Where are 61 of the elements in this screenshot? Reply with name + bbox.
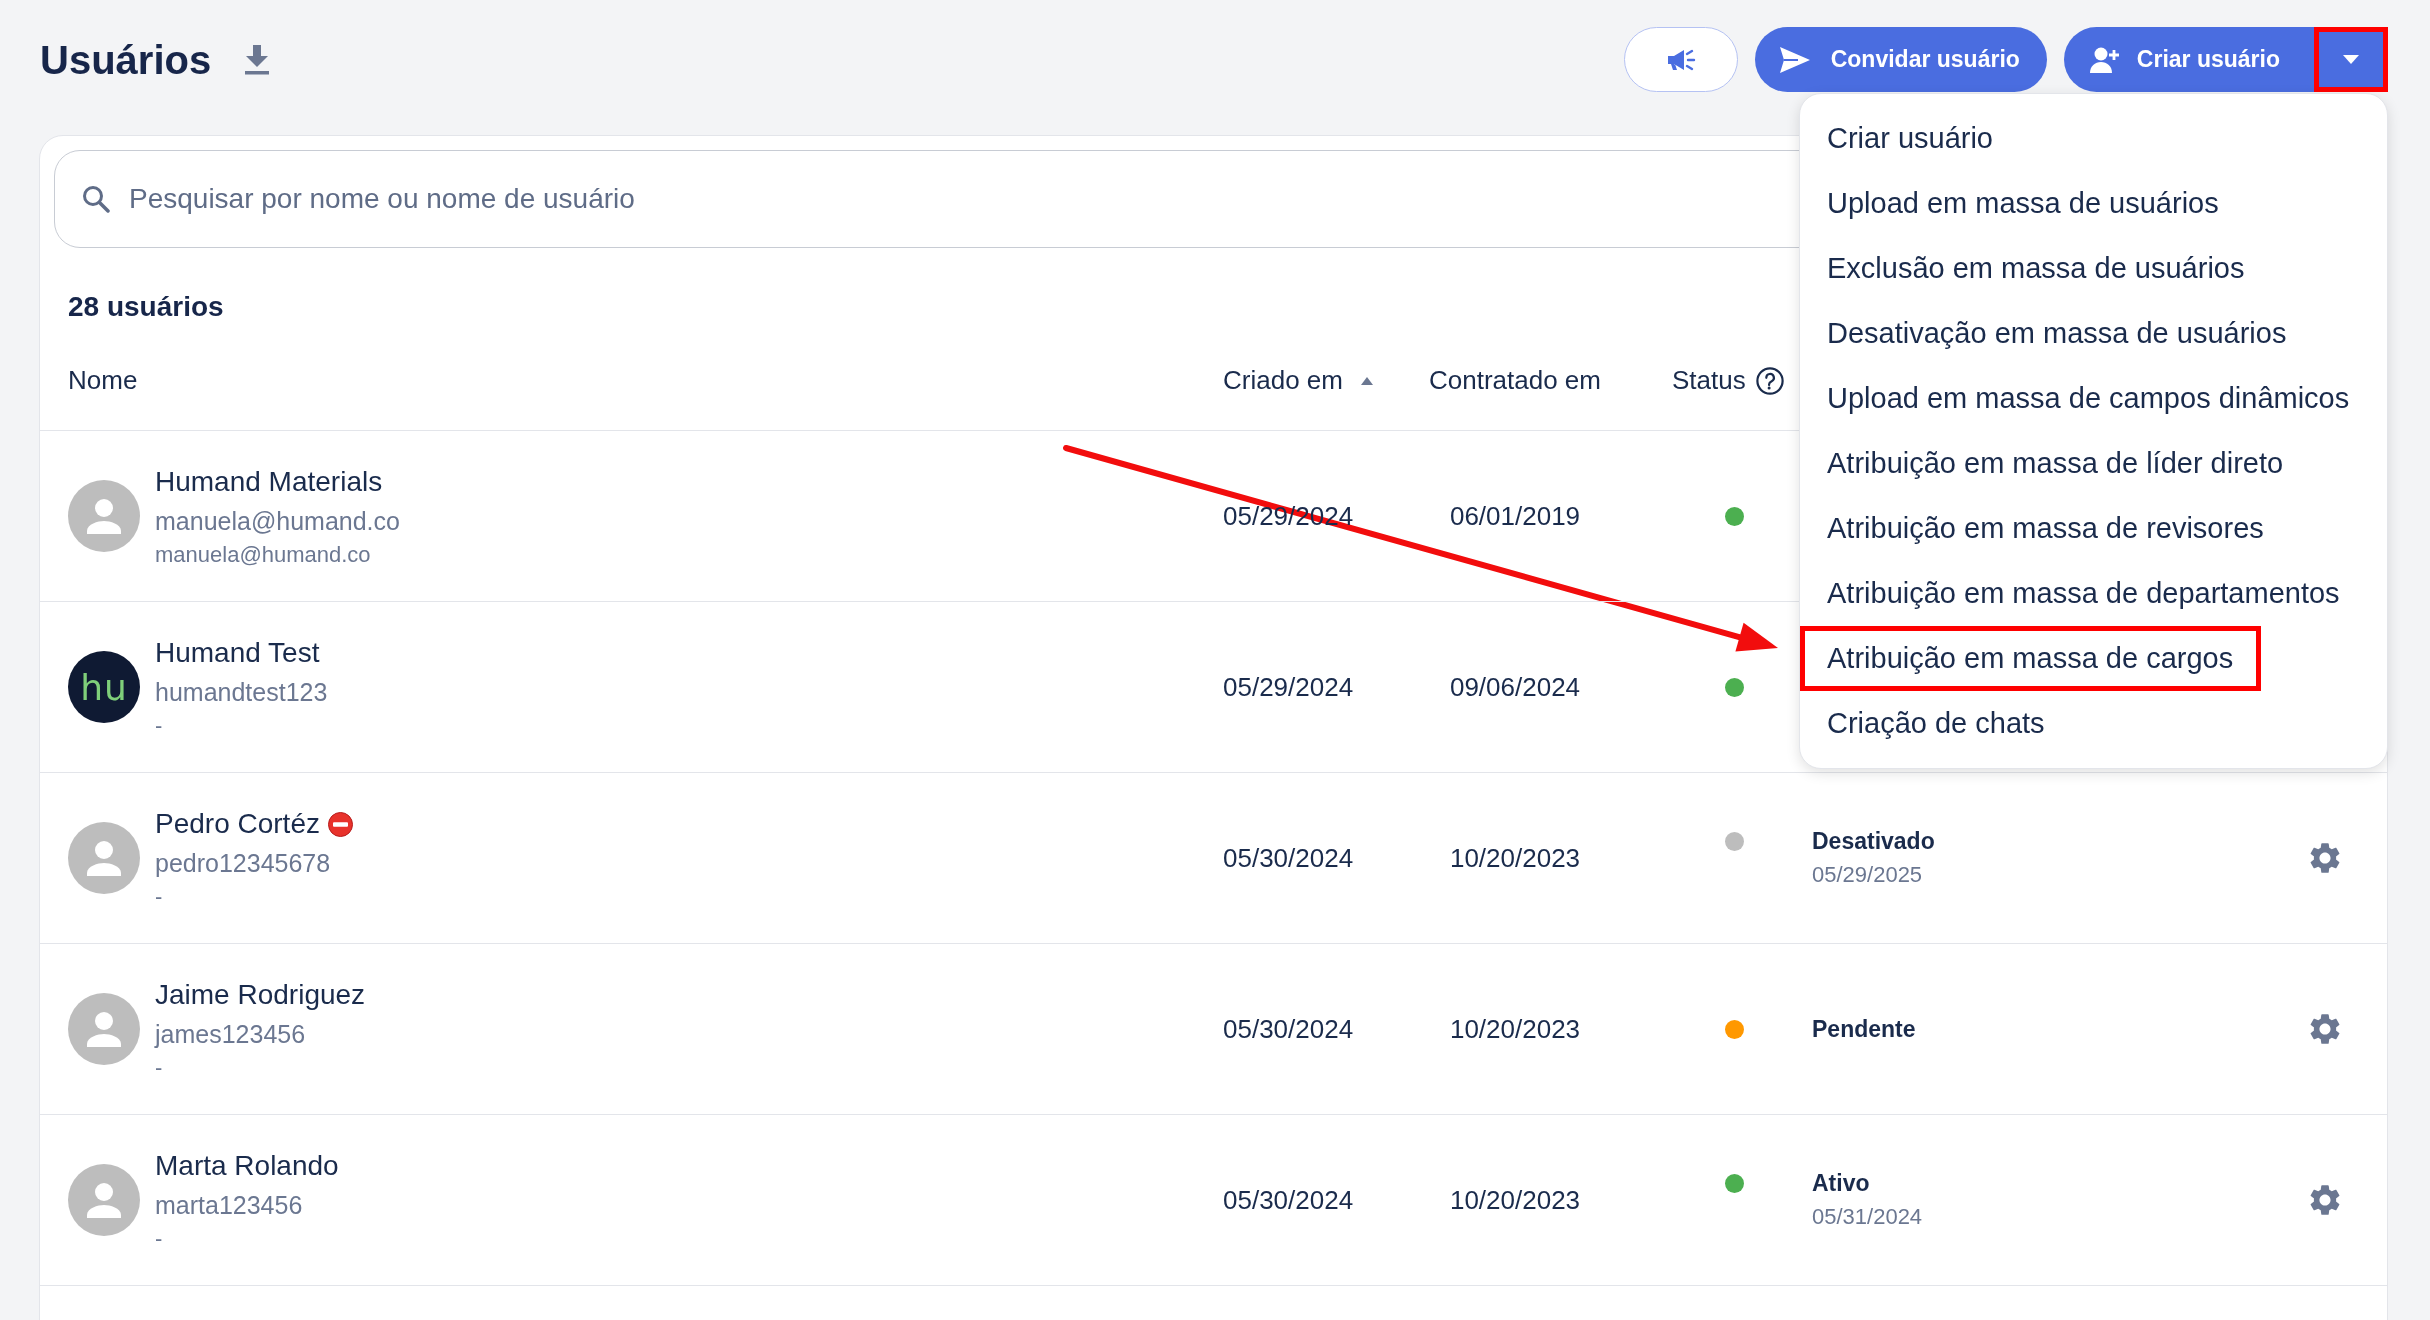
logo-avatar: hu: [68, 651, 140, 723]
person-avatar-icon: [68, 822, 140, 894]
download-icon[interactable]: [244, 44, 271, 75]
user-count: 28 usuários: [68, 290, 225, 324]
sort-ascending-icon[interactable]: [1360, 376, 1373, 385]
status-date: 05/31/2024: [1812, 1203, 1923, 1231]
hired-date: 10/20/2023: [1448, 842, 1582, 874]
created-date: 05/30/2024: [1223, 1184, 1355, 1216]
created-date: 05/30/2024: [1223, 1013, 1355, 1045]
status-label: Desativado: [1812, 827, 1935, 856]
search-icon: [82, 185, 110, 213]
column-header[interactable]: Nome: [68, 365, 138, 396]
status-label: Ativo: [1812, 1169, 1871, 1198]
created-date: 05/30/2024: [1223, 842, 1355, 874]
username: marta123456: [155, 1190, 304, 1221]
user-name[interactable]: Humand Test: [155, 635, 320, 671]
hired-date: 06/01/2019: [1448, 500, 1582, 532]
person-avatar-icon: [68, 1164, 140, 1236]
user-detail: manuela@humand.co: [155, 542, 372, 568]
menu-item[interactable]: Atribuição em massa de cargos: [1800, 626, 2262, 691]
invite-user-button[interactable]: Convidar usuário: [1754, 27, 2047, 92]
status-label: Pendente: [1812, 1015, 1916, 1044]
menu-item[interactable]: Upload em massa de usuários: [1800, 171, 2247, 236]
add-user-icon: [2089, 46, 2120, 73]
created-date: 05/29/2024: [1223, 671, 1355, 703]
user-name[interactable]: Jaime Rodriguez: [155, 977, 366, 1013]
hired-date: 09/06/2024: [1448, 671, 1582, 703]
send-icon: [1778, 45, 1811, 74]
user-name[interactable]: Pedro Cortéz: [155, 806, 320, 842]
menu-item[interactable]: Upload em massa de campos dinâmicos: [1800, 366, 2378, 431]
status-date: 05/29/2025: [1812, 861, 1924, 889]
caret-icon: [2343, 55, 2359, 64]
page-title: Usuários: [40, 36, 212, 84]
hired-date: 10/20/2023: [1448, 1184, 1582, 1216]
settings-icon[interactable]: [2309, 843, 2340, 873]
column-header[interactable]: Contratado em: [1429, 365, 1601, 396]
settings-icon[interactable]: [2309, 1185, 2340, 1215]
user-detail: -: [155, 713, 164, 739]
user-detail: -: [155, 884, 164, 910]
user-name[interactable]: Humand Materials: [155, 464, 383, 500]
help-icon[interactable]: [1755, 366, 1784, 395]
settings-icon[interactable]: [2309, 1014, 2340, 1044]
user-name[interactable]: Marta Rolando: [155, 1148, 339, 1184]
hired-date: 10/20/2023: [1448, 1013, 1582, 1045]
username: manuela@humand.co: [155, 506, 400, 537]
column-header[interactable]: Status: [1672, 365, 1746, 396]
menu-item[interactable]: Desativação em massa de usuários: [1800, 301, 2315, 366]
username: james123456: [155, 1019, 307, 1050]
megaphone-icon: [1665, 47, 1696, 72]
menu-item[interactable]: Criação de chats: [1800, 691, 2073, 756]
username: pedro12345678: [155, 848, 332, 879]
menu-item[interactable]: Atribuição em massa de líder direto: [1800, 431, 2312, 496]
column-header[interactable]: Criado em: [1223, 365, 1343, 396]
menu-item[interactable]: Atribuição em massa de departamentos: [1800, 561, 2368, 626]
username: humandtest123: [155, 677, 328, 708]
person-avatar-icon: [68, 993, 140, 1065]
menu-item[interactable]: Atribuição em massa de revisores: [1800, 496, 2292, 561]
create-user-button[interactable]: Criar usuário: [2063, 27, 2314, 92]
user-detail: -: [155, 1055, 164, 1081]
user-detail: -: [155, 1226, 164, 1252]
person-avatar-icon: [68, 480, 140, 552]
